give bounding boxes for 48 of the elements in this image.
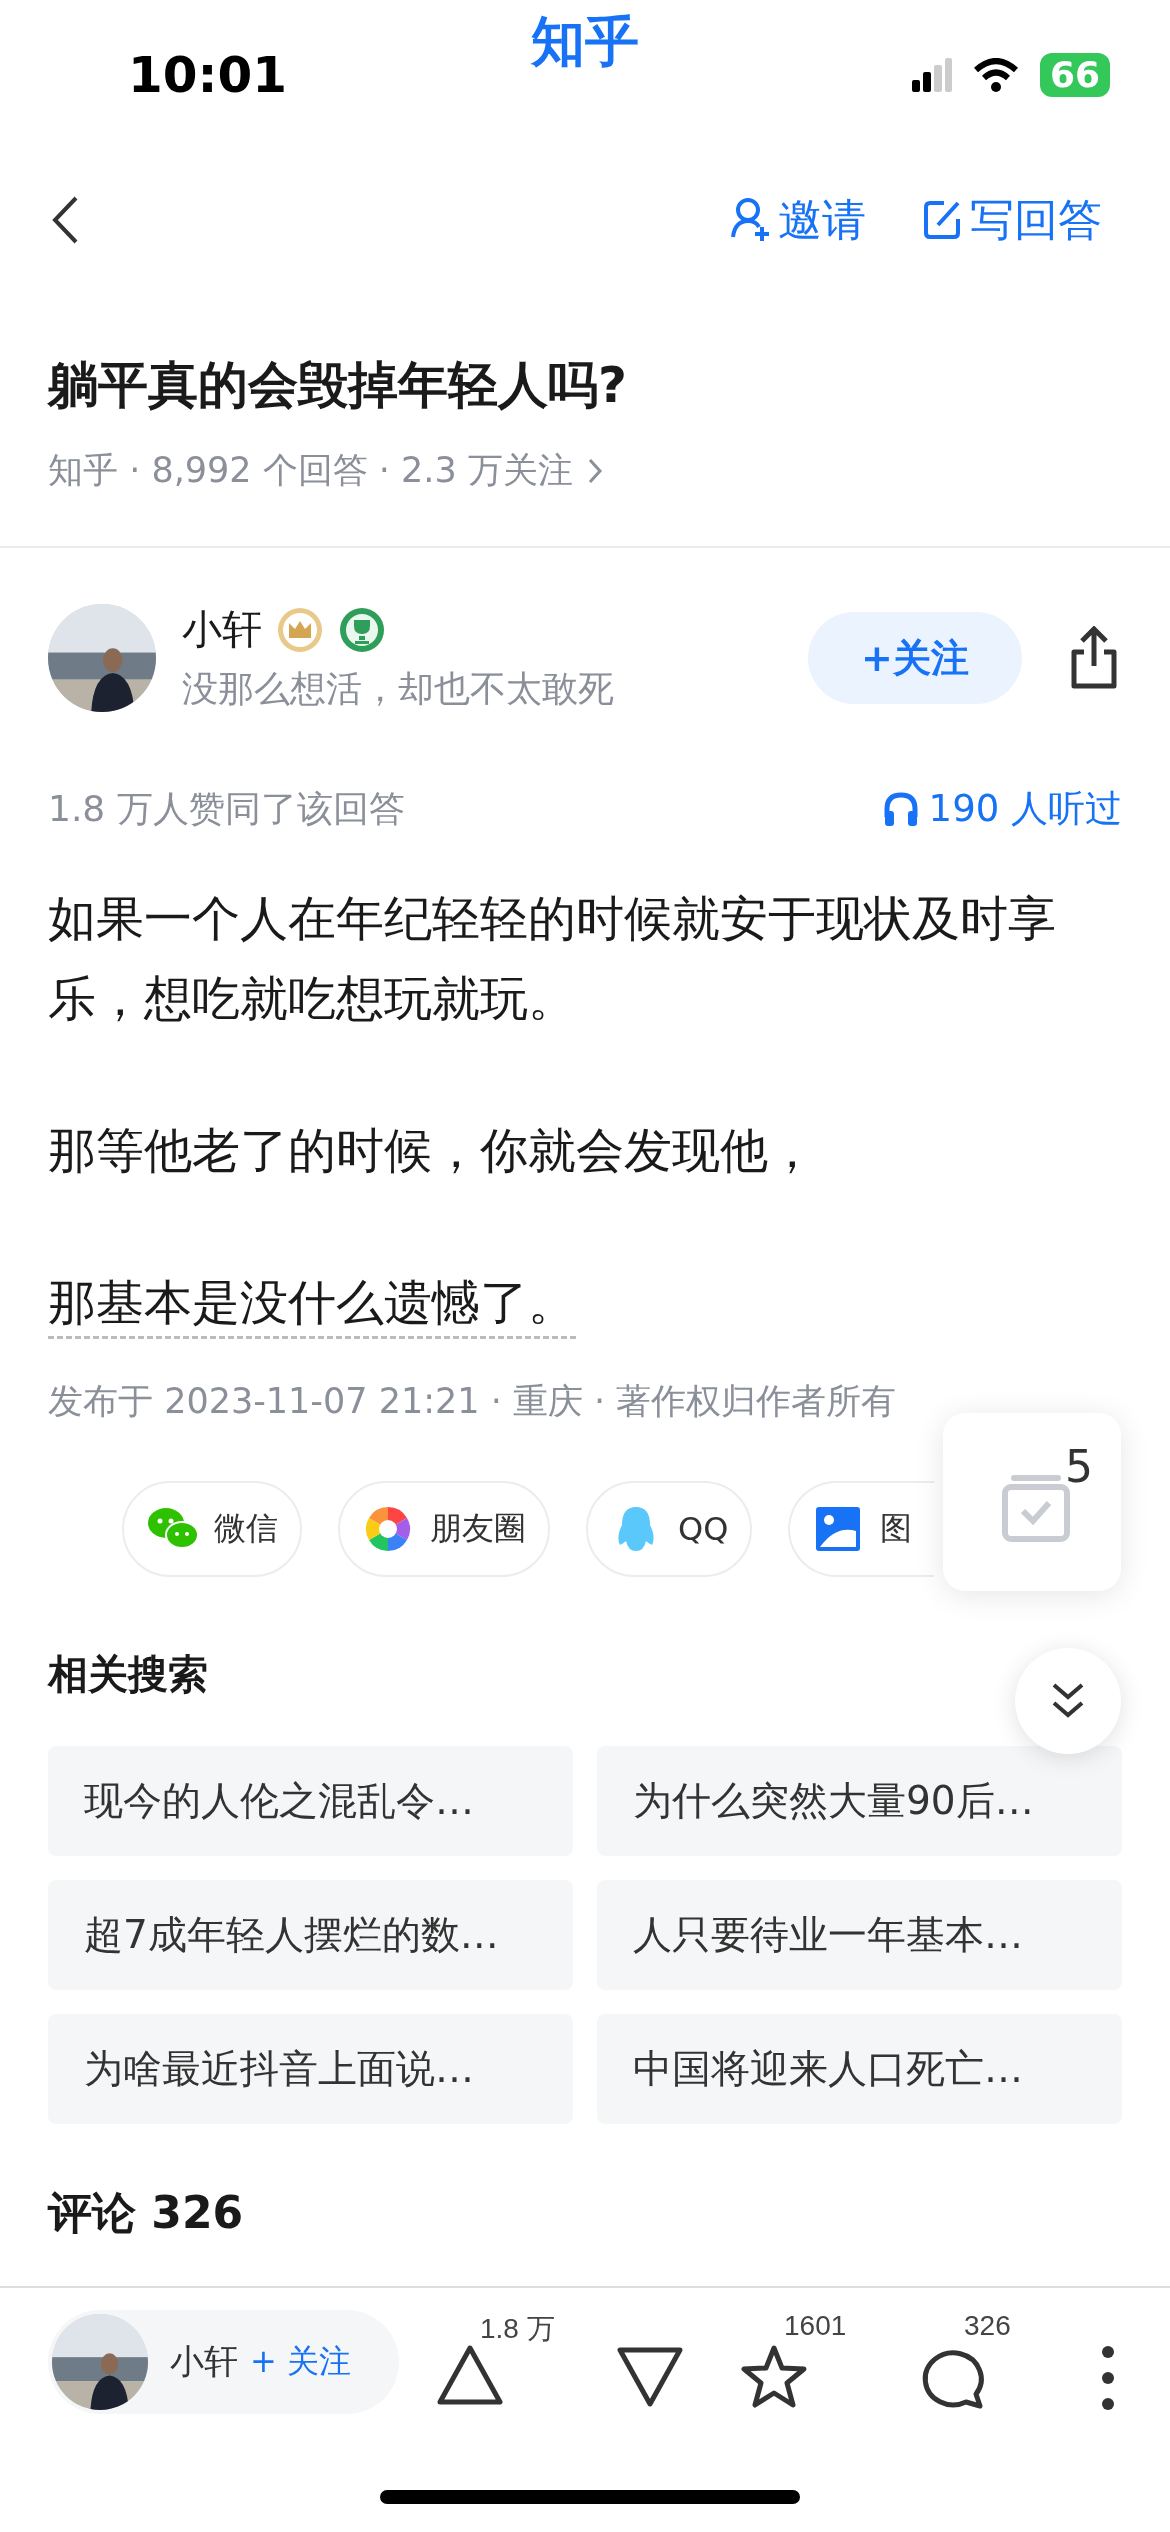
count-label: 5 bbox=[1065, 1441, 1093, 1492]
trophy-badge-icon bbox=[338, 605, 386, 654]
question-meta: 知乎 · 8,992 个回答 · 2.3 万关注 bbox=[48, 449, 573, 492]
author-name: 小轩 bbox=[182, 605, 262, 654]
share-option[interactable]: 朋友圈 bbox=[338, 1481, 550, 1577]
app-logo: 知乎 bbox=[529, 9, 640, 75]
floating-card[interactable]: 5 bbox=[943, 1413, 1121, 1591]
back-icon bbox=[50, 195, 80, 245]
author-name: 小轩 bbox=[170, 2340, 238, 2383]
crown-badge-icon bbox=[276, 605, 324, 654]
back-button[interactable] bbox=[50, 195, 80, 245]
count-label: 1.8 万 bbox=[480, 2312, 555, 2346]
headphones-icon bbox=[882, 791, 919, 827]
publish-info: 发布于 2023-11-07 21:21 · 重庆 · 著作权归作者所有 bbox=[47, 1380, 898, 1423]
section-title: 相关搜索 bbox=[48, 1650, 208, 1699]
count-label: 326 bbox=[964, 2310, 1011, 2342]
person-add-icon bbox=[730, 197, 772, 243]
related-search-item[interactable]: 现今的人伦之混乱令… bbox=[48, 1746, 573, 1856]
star-button[interactable]: 1601 bbox=[738, 2310, 866, 2414]
question-title: 躺平真的会毁掉年轻人吗? bbox=[48, 355, 628, 416]
share-option[interactable]: QQ bbox=[586, 1481, 753, 1577]
signal-icon bbox=[911, 58, 952, 92]
upvote-button[interactable]: 1.8 万 bbox=[434, 2310, 562, 2414]
clock: 10:01 bbox=[128, 46, 288, 104]
author-chip[interactable]: 小轩 + 关注 bbox=[48, 2310, 399, 2414]
chevron-right-icon[interactable] bbox=[586, 456, 603, 485]
share-option[interactable]: 微信 bbox=[122, 1481, 302, 1577]
battery-level: 66 bbox=[1039, 53, 1110, 97]
count-label: 1601 bbox=[784, 2310, 847, 2342]
upvote-count: 1.8 万人赞同了该回答 bbox=[48, 786, 405, 831]
related-search-item[interactable]: 中国将迎来人口死亡… bbox=[597, 2014, 1122, 2124]
related-search-item[interactable]: 为啥最近抖音上面说… bbox=[48, 2014, 573, 2124]
invite-button[interactable]: 邀请 bbox=[730, 190, 866, 250]
wifi-icon bbox=[973, 58, 1018, 92]
answer-paragraph: 如果一个人在年纪轻轻的时候就安于现状及时享乐，想吃就吃想玩就玩。 bbox=[48, 890, 1056, 1026]
answer-paragraph: 那等他老了的时候，你就会发现他， bbox=[48, 1122, 816, 1178]
write-answer-button[interactable]: 写回答 bbox=[922, 190, 1102, 250]
follow-button[interactable]: +关注 bbox=[808, 612, 1022, 704]
listen-count[interactable]: 190 人听过 bbox=[928, 784, 1122, 834]
answer-paragraph: 那基本是没什么遗憾了。 bbox=[48, 1274, 576, 1339]
comment-button[interactable]: 326 bbox=[918, 2310, 1046, 2414]
follow-button[interactable]: + 关注 bbox=[250, 2340, 351, 2384]
related-search-item[interactable]: 人只要待业一年基本… bbox=[597, 1880, 1122, 1990]
share-option[interactable]: 图 bbox=[788, 1481, 935, 1577]
author-bio: 没那么想活，却也不太敢死 bbox=[182, 667, 615, 711]
related-search-item[interactable]: 超7成年轻人摆烂的数… bbox=[48, 1880, 573, 1990]
comments-title: 评论 326 bbox=[48, 2186, 244, 2240]
related-search-item[interactable]: 为什么突然大量90后… bbox=[597, 1746, 1122, 1856]
